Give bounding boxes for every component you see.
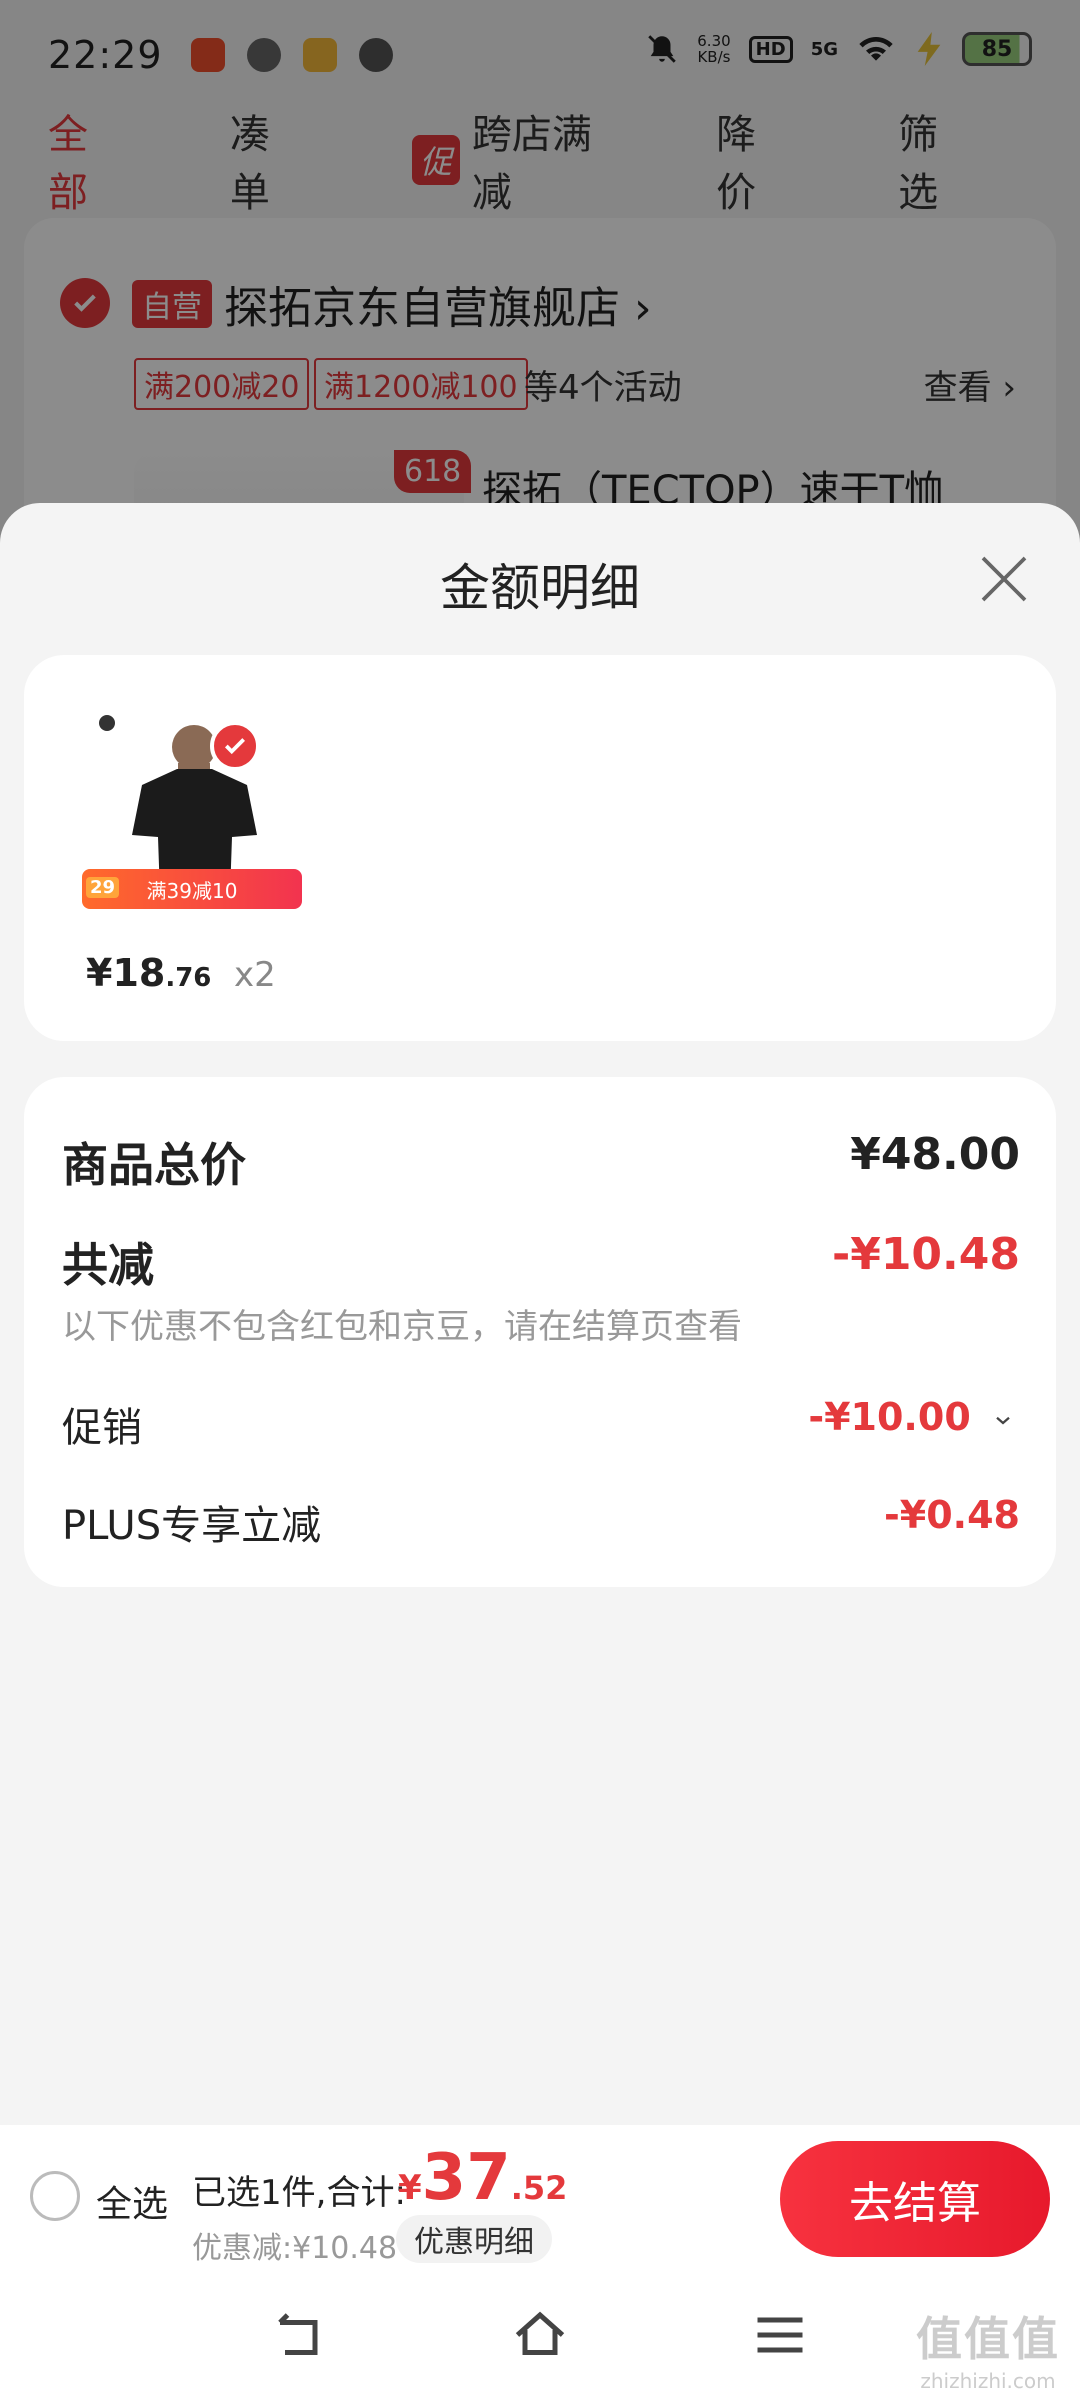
total-value: ¥48.00 xyxy=(850,1129,1020,1180)
plus-value: -¥0.48 xyxy=(884,1493,1020,1537)
item-check-icon[interactable] xyxy=(210,721,260,771)
promo-label: 促销 xyxy=(62,1405,142,1451)
discount-text: 优惠减:¥10.48 xyxy=(192,2231,398,2266)
total-label: 商品总价 xyxy=(62,1138,246,1192)
price-summary-card: 商品总价 ¥48.00 共减 -¥10.48 以下优惠不包含红包和京豆，请在结算… xyxy=(24,1077,1056,1587)
menu-button[interactable] xyxy=(750,2305,810,2365)
total-amount: ¥37.52 xyxy=(398,2141,568,2215)
reduce-note: 以下优惠不包含红包和京豆，请在结算页查看 xyxy=(62,1307,742,1347)
checkout-bar: 全选 已选1件,合计: ¥37.52 优惠减:¥10.48 优惠明细 去结算 xyxy=(0,2125,1080,2275)
system-nav-bar: 值值值 zhizhizhi.com xyxy=(0,2275,1080,2400)
sheet-title: 金额明细 xyxy=(440,559,640,617)
selected-items-card: 29 满39减10 ¥18.76 x2 xyxy=(24,655,1056,1041)
back-button[interactable] xyxy=(270,2305,330,2365)
close-icon xyxy=(981,556,1027,602)
item-quantity: x2 xyxy=(234,955,276,995)
select-all-radio[interactable] xyxy=(30,2171,80,2221)
menu-icon xyxy=(757,2317,803,2353)
chevron-down-icon xyxy=(996,1416,1010,1424)
close-button[interactable] xyxy=(976,551,1032,607)
selected-count-text: 已选1件,合计: xyxy=(192,2173,406,2213)
home-button[interactable] xyxy=(510,2305,570,2365)
promo-strip: 29 满39减10 xyxy=(82,869,302,909)
item-price: ¥18.76 xyxy=(86,951,212,995)
checkout-button[interactable]: 去结算 xyxy=(780,2141,1050,2257)
watermark: 值值值 zhizhizhi.com xyxy=(916,2312,1060,2393)
promo-value: -¥10.00 xyxy=(808,1395,971,1439)
promo-row-toggle[interactable]: -¥10.00 xyxy=(808,1395,1012,1439)
discount-detail-button[interactable]: 优惠明细 xyxy=(396,2215,552,2263)
reduce-label: 共减 xyxy=(62,1238,154,1292)
plus-label: PLUS专享立减 xyxy=(62,1503,322,1549)
amount-detail-sheet: 金额明细 29 满39减10 ¥18.76 x2 商品总价 ¥48.00 共减 … xyxy=(0,503,1080,2400)
home-icon xyxy=(515,2311,565,2355)
reduce-value: -¥10.48 xyxy=(831,1229,1020,1280)
select-all-label[interactable]: 全选 xyxy=(96,2175,168,2227)
sheet-header: 金额明细 xyxy=(0,503,1080,653)
back-icon xyxy=(278,2313,318,2355)
product-image[interactable]: 29 满39减10 xyxy=(82,705,302,909)
